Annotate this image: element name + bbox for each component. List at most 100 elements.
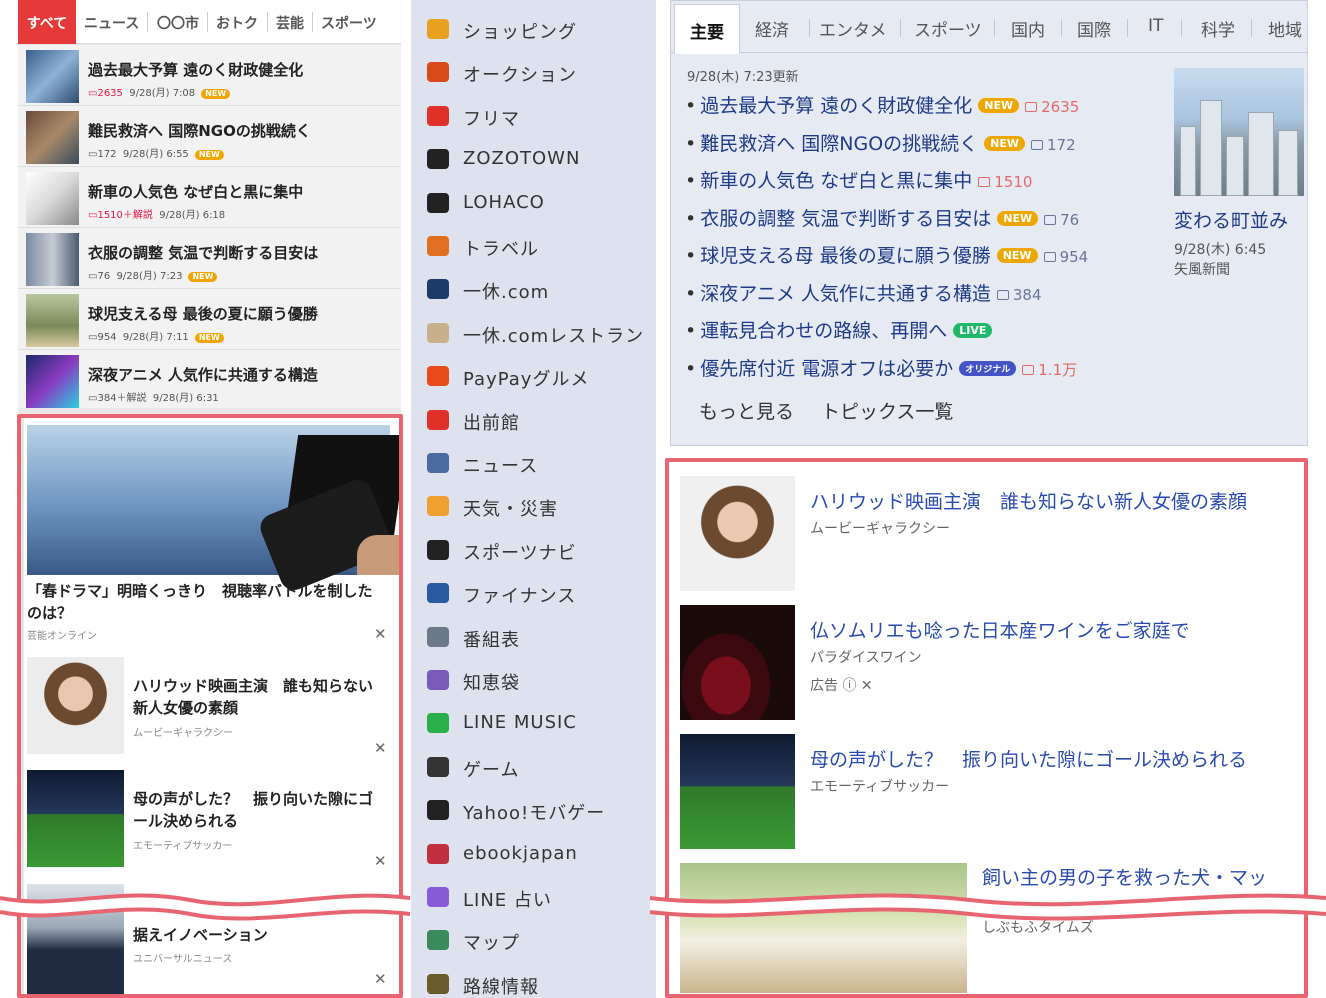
tab-economy[interactable]: 経済 [755, 16, 789, 41]
service-train[interactable]: 路線情報 [425, 964, 655, 998]
topic-item[interactable]: • 優先席付近 電源オフは必要か オリジナル 1.1万 [685, 354, 1077, 381]
service-label: 知恵袋 [463, 673, 520, 694]
service-news[interactable]: ニュース [425, 443, 655, 483]
service-label: ゲーム [463, 759, 520, 781]
news-meta: ▭76 9/28(月) 7:23 NEW [88, 267, 218, 282]
service-tv-guide[interactable]: 番組表 [425, 617, 655, 657]
service-suitcase[interactable]: トラベル [425, 226, 655, 266]
news-thumbnail [26, 233, 79, 286]
service-ikyu[interactable]: 一休.com [425, 269, 655, 309]
service-line-music[interactable]: LINE MUSIC [425, 703, 655, 743]
service-mobage[interactable]: Yahoo!モバゲー [425, 790, 655, 830]
service-lohaco[interactable]: LOHACO [425, 183, 655, 223]
new-badge: NEW [194, 150, 224, 160]
topic-item[interactable]: • 運転見合わせの路線、再開へ LIVE [685, 316, 993, 343]
list-item[interactable]: 衣服の調整 気温で判断する目安は ▭76 9/28(月) 7:23 NEW [18, 228, 401, 289]
list-item[interactable]: 新車の人気色 なぜ白と黒に集中 ▭1510＋解説 9/28(月) 6:18 [18, 167, 401, 228]
tab-local[interactable]: 地域 [1268, 16, 1302, 41]
topics-panel: 主要 経済 エンタメ スポーツ 国内 国際 IT 科学 地域 9/28(木) 7… [670, 0, 1308, 446]
service-paypay-gourmet[interactable]: PayPayグルメ [425, 356, 655, 396]
tab-it[interactable]: IT [1148, 16, 1163, 36]
service-cart[interactable]: ショッピング [425, 9, 655, 49]
service-label: ニュース [463, 456, 539, 477]
tab-entertainment[interactable]: エンタメ [819, 16, 887, 41]
service-game[interactable]: ゲーム [425, 747, 655, 787]
topic-badge: LIVE [953, 323, 993, 338]
service-line-fortune[interactable]: LINE 占い [425, 877, 655, 917]
more-link[interactable]: もっと見る [699, 397, 794, 424]
sportsnavi-icon [425, 538, 451, 562]
gavel-icon [425, 60, 451, 84]
service-ikyu-restaurant[interactable]: 一休.comレストラン [425, 313, 655, 353]
topic-item[interactable]: • 新車の人気色 なぜ白と黒に集中 1510 [685, 166, 1032, 193]
cart-icon [425, 17, 451, 41]
mobile-tab-city[interactable]: 〇〇市 [157, 13, 199, 33]
mobage-icon [425, 798, 451, 822]
topic-item[interactable]: • 難民救済へ 国際NGOの挑戦続く NEW 172 [685, 129, 1076, 156]
service-sportsnavi[interactable]: スポーツナビ [425, 530, 655, 570]
update-time: 9/28(木) 7:23更新 [687, 70, 799, 85]
new-badge: NEW [188, 272, 218, 282]
topic-title: 優先席付近 電源オフは必要か [700, 357, 954, 380]
service-weather[interactable]: 天気・災害 [425, 486, 655, 526]
tab-science[interactable]: 科学 [1201, 16, 1235, 41]
tent-icon [425, 104, 451, 128]
mobile-tab-deals[interactable]: おトク [216, 13, 258, 33]
tv-guide-icon [425, 625, 451, 649]
topic-item[interactable]: • 球児支える母 最後の夏に願う優勝 NEW 954 [685, 241, 1088, 268]
topic-photo[interactable] [1174, 68, 1304, 196]
news-thumbnail [26, 294, 79, 347]
topic-item[interactable]: • 衣服の調整 気温で判断する目安は NEW 76 [685, 204, 1079, 231]
mobile-tab-all[interactable]: すべて [18, 0, 76, 44]
new-badge: NEW [194, 333, 224, 343]
news-thumbnail [26, 355, 79, 408]
news-title: 深夜アニメ 人気作に共通する構造 [88, 366, 318, 384]
service-finance[interactable]: ファイナンス [425, 573, 655, 613]
service-ebookjapan[interactable]: ebookjapan [425, 834, 655, 874]
service-label: 番組表 [463, 629, 520, 651]
service-tent[interactable]: フリマ [425, 96, 655, 136]
weather-icon [425, 494, 451, 518]
comment-icon [996, 289, 1009, 300]
service-label: LOHACO [463, 191, 545, 213]
mobile-tab-news[interactable]: ニュース [84, 13, 139, 33]
news-thumbnail [26, 50, 79, 103]
list-item[interactable]: 難民救済へ 国際NGOの挑戦続く ▭172 9/28(月) 6:55 NEW [18, 106, 401, 167]
list-item[interactable]: 球児支える母 最後の夏に願う優勝 ▭954 9/28(月) 7:11 NEW [18, 289, 401, 350]
train-icon [425, 972, 451, 996]
service-chiebukuro[interactable]: 知恵袋 [425, 660, 655, 700]
map-icon [425, 928, 451, 952]
news-meta: ▭384＋解説 9/28(月) 6:31 [88, 393, 219, 404]
news-thumbnail [26, 172, 79, 225]
service-label: ショッピング [463, 22, 577, 43]
list-item[interactable]: 深夜アニメ 人気作に共通する構造 ▭384＋解説 9/28(月) 6:31 [18, 350, 401, 411]
service-zozo[interactable]: ZOZOTOWN [425, 139, 655, 179]
news-title: 衣服の調整 気温で判断する目安は [88, 244, 319, 262]
topic-badge: NEW [984, 135, 1026, 151]
tab-domestic[interactable]: 国内 [1011, 16, 1045, 41]
photo-caption[interactable]: 変わる町並み [1174, 206, 1288, 233]
service-label: 出前館 [463, 412, 520, 434]
service-label: 路線情報 [463, 976, 539, 998]
topic-list-link[interactable]: トピックス一覧 [821, 397, 953, 424]
topic-item[interactable]: • 深夜アニメ 人気作に共通する構造 384 [685, 279, 1042, 306]
tab-main[interactable]: 主要 [674, 4, 740, 54]
topic-title: 運転見合わせの路線、再開へ [700, 320, 948, 342]
service-gavel[interactable]: オークション [425, 52, 655, 92]
topic-item[interactable]: • 過去最大予算 遠のく財政健全化 NEW 2635 [685, 91, 1079, 118]
comment-icon [1043, 252, 1056, 262]
photo-source: 矢風新聞 [1174, 262, 1230, 278]
tear-line [650, 893, 1326, 921]
mobile-tab-entertainment[interactable]: 芸能 [276, 13, 304, 33]
mobile-tab-sports[interactable]: スポーツ [321, 13, 377, 33]
service-label: Yahoo!モバゲー [463, 803, 606, 825]
news-title: 新車の人気色 なぜ白と黒に集中 [88, 183, 304, 201]
tab-international[interactable]: 国際 [1077, 16, 1111, 41]
list-item[interactable]: 過去最大予算 遠のく財政健全化 ▭2635 9/28(月) 7:08 NEW [18, 45, 401, 106]
demaekan-icon [425, 408, 451, 432]
topic-badge: NEW [978, 98, 1020, 113]
service-label: LINE MUSIC [463, 712, 577, 734]
tab-sports[interactable]: スポーツ [914, 16, 982, 41]
service-demaekan[interactable]: 出前館 [425, 400, 655, 440]
service-map[interactable]: マップ [425, 920, 655, 960]
